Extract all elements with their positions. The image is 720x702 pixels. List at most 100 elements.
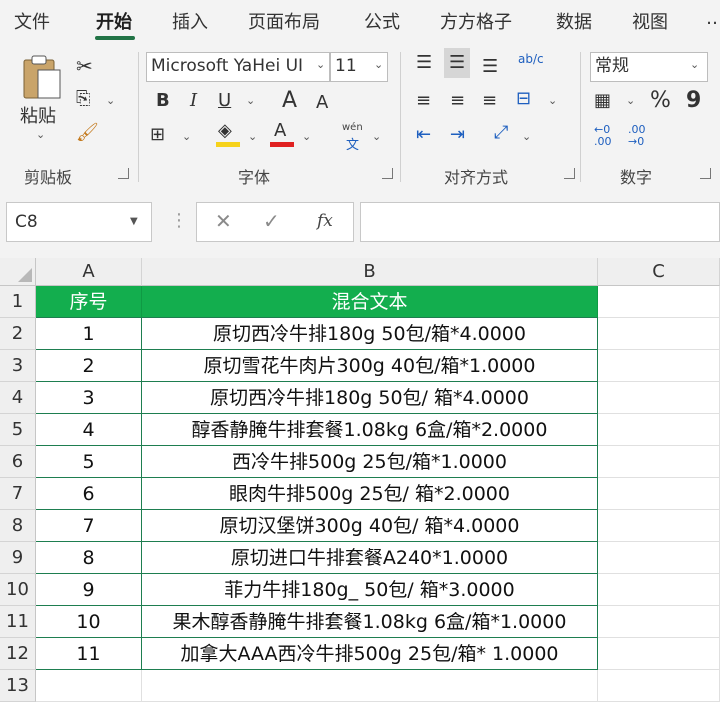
empty-cell[interactable] [598, 318, 720, 350]
decrease-decimal-icon[interactable]: .00 →0 [628, 124, 646, 148]
copy-icon[interactable]: ⎘ [76, 90, 90, 108]
decrease-indent-icon[interactable]: ⇤ [416, 126, 431, 144]
cell-seq[interactable]: 5 [36, 446, 142, 478]
row-header[interactable]: 3 [0, 350, 36, 382]
header-cell-seq[interactable]: 序号 [36, 286, 142, 318]
underline-button[interactable]: U [218, 92, 231, 110]
comma-style-button[interactable]: 9 [686, 90, 701, 112]
cell-text[interactable]: 醇香静腌牛排套餐1.08kg 6盒/箱*2.0000 [142, 414, 598, 446]
phonetic-guide-icon[interactable]: 文 [346, 134, 359, 153]
phonetic-guide-top[interactable]: wén [342, 122, 363, 133]
increase-decimal-icon[interactable]: ←0.00 [594, 124, 612, 148]
currency-dropdown-icon[interactable]: ⌄ [626, 94, 635, 107]
bold-button[interactable]: B [156, 92, 170, 110]
name-box-dropdown-icon[interactable]: ▼ [130, 216, 138, 227]
row-header[interactable]: 4 [0, 382, 36, 414]
select-all-corner[interactable] [0, 258, 36, 286]
cell-seq[interactable]: 4 [36, 414, 142, 446]
align-bottom-icon[interactable]: ☰ [482, 58, 498, 76]
cell-text[interactable]: 加拿大AAA西冷牛排500g 25包/箱* 1.0000 [142, 638, 598, 670]
tab-formulas[interactable]: 公式 [364, 8, 400, 34]
more-options-icon[interactable]: ⋮ [170, 210, 188, 231]
paste-dropdown-icon[interactable]: ⌄ [36, 128, 45, 141]
number-format-dropdown-icon[interactable]: ⌄ [690, 58, 699, 71]
cell-text[interactable]: 西冷牛排500g 25包/箱*1.0000 [142, 446, 598, 478]
row-header[interactable]: 7 [0, 478, 36, 510]
cut-icon[interactable]: ✂ [76, 56, 93, 76]
tab-fangfang-grid[interactable]: 方方格子 [440, 8, 512, 34]
row-header[interactable]: 13 [0, 670, 36, 702]
align-center-icon[interactable]: ≡ [450, 92, 465, 110]
cell-seq[interactable]: 7 [36, 510, 142, 542]
empty-cell[interactable] [598, 286, 720, 318]
empty-cell[interactable] [598, 606, 720, 638]
borders-dropdown-icon[interactable]: ⌄ [182, 130, 191, 143]
clipboard-launcher-icon[interactable] [118, 168, 129, 179]
empty-cell[interactable] [598, 542, 720, 574]
copy-dropdown-icon[interactable]: ⌄ [106, 94, 115, 107]
empty-cell[interactable] [598, 382, 720, 414]
cell-text[interactable]: 菲力牛排180g_ 50包/ 箱*3.0000 [142, 574, 598, 606]
column-header-b[interactable]: B [142, 258, 598, 286]
empty-cell[interactable] [36, 670, 142, 702]
italic-button[interactable]: I [190, 92, 197, 110]
cancel-icon[interactable]: ✕ [215, 209, 232, 233]
orientation-icon[interactable]: ⤢ [494, 124, 508, 142]
cell-seq[interactable]: 2 [36, 350, 142, 382]
tab-view[interactable]: 视图 [632, 8, 668, 34]
row-header[interactable]: 8 [0, 510, 36, 542]
tab-file[interactable]: 文件 [14, 8, 50, 34]
cell-seq[interactable]: 6 [36, 478, 142, 510]
formula-input[interactable] [360, 202, 720, 242]
format-painter-icon[interactable]: 🖌 [76, 124, 99, 142]
cell-text[interactable]: 原切进口牛排套餐A240*1.0000 [142, 542, 598, 574]
font-size-dropdown-icon[interactable]: ⌄ [374, 58, 383, 71]
percent-button[interactable]: % [650, 90, 671, 112]
empty-cell[interactable] [598, 446, 720, 478]
column-header-a[interactable]: A [36, 258, 142, 286]
empty-cell[interactable] [598, 350, 720, 382]
insert-function-icon[interactable]: fx [317, 211, 333, 231]
row-header[interactable]: 2 [0, 318, 36, 350]
empty-cell[interactable] [598, 574, 720, 606]
cell-seq[interactable]: 9 [36, 574, 142, 606]
fill-color-dropdown-icon[interactable]: ⌄ [248, 130, 257, 143]
empty-cell[interactable] [598, 478, 720, 510]
row-header[interactable]: 6 [0, 446, 36, 478]
row-header[interactable]: 12 [0, 638, 36, 670]
paste-label[interactable]: 粘贴 [20, 102, 56, 128]
font-name-dropdown-icon[interactable]: ⌄ [316, 58, 325, 71]
decrease-font-size-button[interactable]: A [316, 94, 328, 112]
align-right-icon[interactable]: ≡ [482, 92, 497, 110]
cell-seq[interactable]: 8 [36, 542, 142, 574]
cell-seq[interactable]: 1 [36, 318, 142, 350]
empty-cell[interactable] [598, 670, 720, 702]
currency-icon[interactable]: ▦ [594, 92, 611, 110]
paste-icon[interactable] [20, 54, 64, 102]
align-left-icon[interactable]: ≡ [416, 92, 431, 110]
cell-text[interactable]: 眼肉牛排500g 25包/ 箱*2.0000 [142, 478, 598, 510]
row-header[interactable]: 11 [0, 606, 36, 638]
empty-cell[interactable] [598, 414, 720, 446]
cell-seq[interactable]: 11 [36, 638, 142, 670]
align-top-icon[interactable]: ☰ [416, 54, 432, 72]
alignment-launcher-icon[interactable] [564, 168, 575, 179]
row-header[interactable]: 9 [0, 542, 36, 574]
empty-cell[interactable] [142, 670, 598, 702]
cell-seq[interactable]: 3 [36, 382, 142, 414]
increase-font-size-button[interactable]: A [282, 90, 297, 112]
row-header[interactable]: 5 [0, 414, 36, 446]
tab-page-layout[interactable]: 页面布局 [248, 8, 320, 34]
number-launcher-icon[interactable] [700, 168, 711, 179]
font-launcher-icon[interactable] [382, 168, 393, 179]
tab-insert[interactable]: 插入 [172, 8, 208, 34]
cell-text[interactable]: 原切西冷牛排180g 50包/箱*4.0000 [142, 318, 598, 350]
header-cell-text[interactable]: 混合文本 [142, 286, 598, 318]
cell-text[interactable]: 原切雪花牛肉片300g 40包/箱*1.0000 [142, 350, 598, 382]
enter-icon[interactable]: ✓ [263, 209, 280, 233]
underline-dropdown-icon[interactable]: ⌄ [246, 94, 255, 107]
tab-overflow[interactable]: … [706, 8, 720, 29]
wrap-text-icon[interactable]: ab/c [518, 52, 544, 66]
cell-seq[interactable]: 10 [36, 606, 142, 638]
cell-text[interactable]: 果木醇香静腌牛排套餐1.08kg 6盒/箱*1.0000 [142, 606, 598, 638]
